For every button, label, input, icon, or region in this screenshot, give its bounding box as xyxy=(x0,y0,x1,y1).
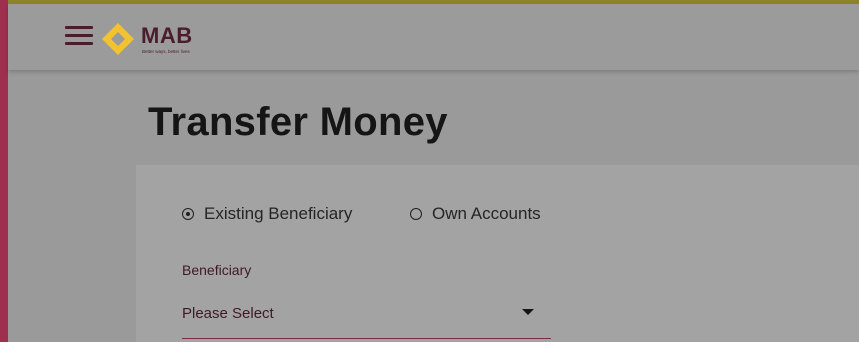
radio-label: Own Accounts xyxy=(432,204,541,223)
menu-line xyxy=(65,26,93,29)
beneficiary-select-value: Please Select xyxy=(182,305,274,322)
transfer-form-card: Existing Beneficiary Own Accounts Benefi… xyxy=(136,165,859,342)
radio-existing-beneficiary[interactable]: Existing Beneficiary xyxy=(182,203,352,225)
logo-diamond-icon[interactable] xyxy=(101,22,135,56)
brand-name[interactable]: MAB xyxy=(141,25,193,47)
beneficiary-select[interactable]: Please Select xyxy=(182,297,551,339)
menu-line xyxy=(65,34,93,37)
hamburger-menu-icon[interactable] xyxy=(65,24,93,48)
radio-unchecked-icon[interactable] xyxy=(410,208,422,220)
brand-tagline: Better ways, better lives xyxy=(142,49,190,54)
radio-own-accounts[interactable]: Own Accounts xyxy=(410,203,541,225)
menu-line xyxy=(65,42,93,45)
side-accent-stripe xyxy=(0,0,8,342)
app-header: MAB Better ways, better lives xyxy=(8,4,859,70)
caret-down-icon[interactable] xyxy=(522,309,534,315)
radio-checked-icon[interactable] xyxy=(182,208,194,220)
beneficiary-label: Beneficiary xyxy=(182,262,252,278)
page-title: Transfer Money xyxy=(148,100,448,144)
radio-label: Existing Beneficiary xyxy=(204,204,353,223)
